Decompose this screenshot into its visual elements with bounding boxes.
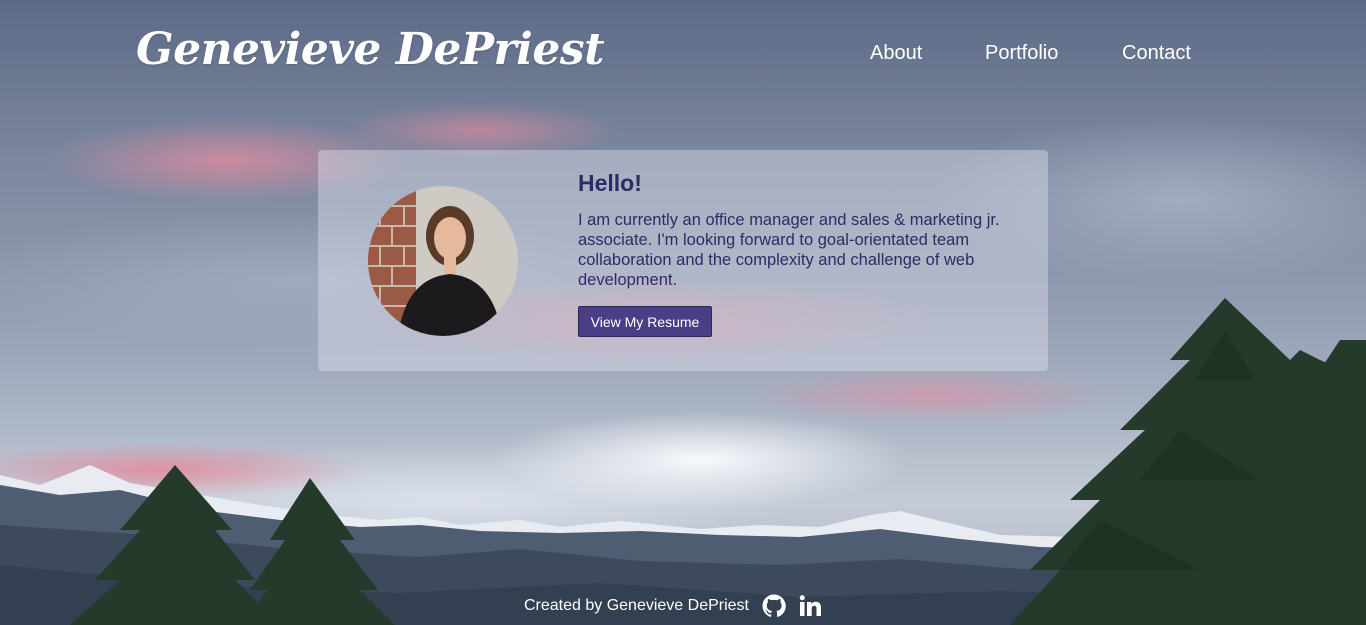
footer-credit: Created by Genevieve DePriest xyxy=(524,597,749,614)
bio-text: I am currently an office manager and sal… xyxy=(578,211,1000,289)
greeting-heading: Hello! xyxy=(578,170,642,196)
intro-card: Hello! I am currently an office manager … xyxy=(318,150,1048,371)
view-resume-button[interactable]: View My Resume xyxy=(578,306,712,337)
linkedin-icon[interactable] xyxy=(797,593,823,619)
site-title[interactable]: Genevieve DePriest xyxy=(136,24,604,75)
main-nav: About Portfolio Contact xyxy=(870,42,1191,65)
nav-about-link[interactable]: About xyxy=(870,42,985,65)
nav-contact-link[interactable]: Contact xyxy=(1122,42,1191,65)
github-icon[interactable] xyxy=(761,593,787,619)
footer: Created by Genevieve DePriest xyxy=(524,592,833,620)
nav-portfolio-link[interactable]: Portfolio xyxy=(985,42,1122,65)
profile-photo xyxy=(368,186,518,336)
